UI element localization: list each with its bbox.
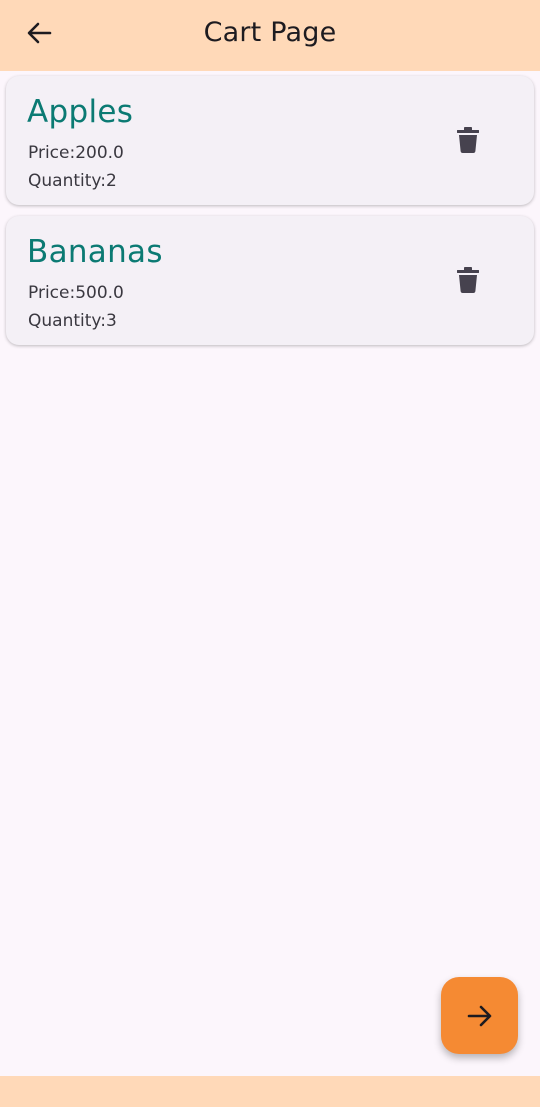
item-quantity: Quantity:3 — [28, 311, 117, 331]
cart-page-screen: Cart Page Apples Price:200.0 Quantity:2 … — [0, 0, 540, 1107]
checkout-fab-button[interactable] — [441, 977, 518, 1054]
cart-item-card: Apples Price:200.0 Quantity:2 — [6, 76, 534, 205]
app-bar: Cart Page — [0, 0, 540, 71]
item-price: Price:200.0 — [28, 143, 124, 163]
cart-list: Apples Price:200.0 Quantity:2 Bananas Pr… — [6, 76, 534, 356]
item-quantity: Quantity:2 — [28, 171, 117, 191]
item-name: Apples — [27, 94, 134, 130]
page-title: Cart Page — [203, 17, 337, 48]
arrow-forward-icon — [467, 1005, 491, 1026]
delete-item-button[interactable] — [446, 118, 490, 162]
trash-icon — [457, 127, 479, 153]
item-name: Bananas — [27, 234, 163, 270]
delete-item-button[interactable] — [446, 258, 490, 302]
item-price: Price:500.0 — [28, 283, 124, 303]
bottom-bar — [0, 1076, 540, 1107]
trash-icon — [457, 267, 479, 293]
cart-item-card: Bananas Price:500.0 Quantity:3 — [6, 216, 534, 345]
